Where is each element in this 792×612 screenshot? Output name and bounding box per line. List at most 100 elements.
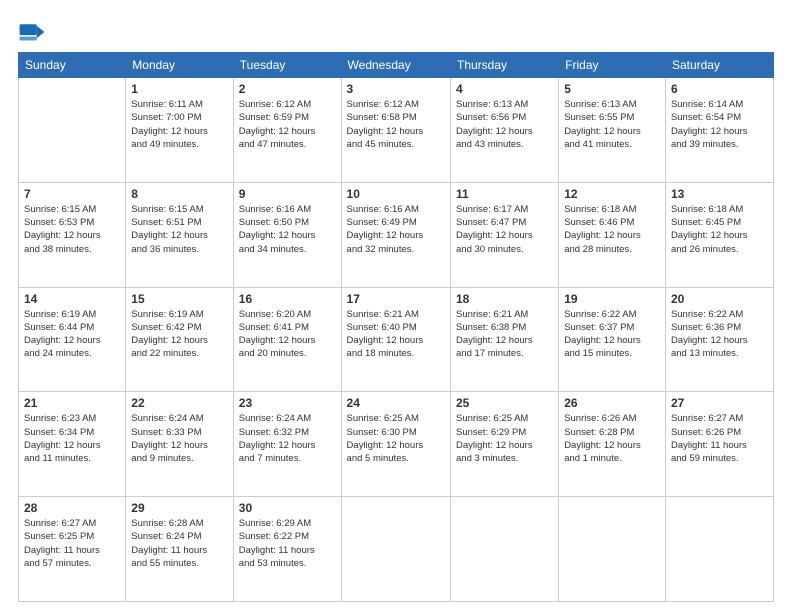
- calendar-cell: [559, 497, 666, 602]
- calendar-week-3: 21Sunrise: 6:23 AM Sunset: 6:34 PM Dayli…: [19, 392, 774, 497]
- cell-content: Sunrise: 6:24 AM Sunset: 6:33 PM Dayligh…: [131, 412, 227, 465]
- cell-content: Sunrise: 6:24 AM Sunset: 6:32 PM Dayligh…: [239, 412, 336, 465]
- calendar-cell: 25 Sunrise: 6:25 AM Sunset: 6:29 PM Dayli…: [451, 392, 559, 497]
- cell-content: Sunrise: 6:16 AM Sunset: 6:49 PM Dayligh…: [347, 203, 445, 256]
- calendar-cell: 4 Sunrise: 6:13 AM Sunset: 6:56 PM Daylig…: [451, 78, 559, 183]
- calendar-cell: 9 Sunrise: 6:16 AM Sunset: 6:50 PM Daylig…: [233, 182, 341, 287]
- day-number: 7: [24, 187, 120, 201]
- day-number: 6: [671, 82, 768, 96]
- day-number: 30: [239, 501, 336, 515]
- logo-icon: [18, 18, 46, 46]
- cell-content: Sunrise: 6:29 AM Sunset: 6:22 PM Dayligh…: [239, 517, 336, 570]
- calendar-cell: 23 Sunrise: 6:24 AM Sunset: 6:32 PM Dayli…: [233, 392, 341, 497]
- day-number: 14: [24, 292, 120, 306]
- day-number: 9: [239, 187, 336, 201]
- day-number: 23: [239, 396, 336, 410]
- calendar-cell: 7 Sunrise: 6:15 AM Sunset: 6:53 PM Daylig…: [19, 182, 126, 287]
- day-number: 3: [347, 82, 445, 96]
- calendar-cell: 27Sunrise: 6:27 AM Sunset: 6:26 PM Dayli…: [665, 392, 773, 497]
- day-number: 18: [456, 292, 553, 306]
- day-number: 20: [671, 292, 768, 306]
- day-number: 4: [456, 82, 553, 96]
- cell-content: Sunrise: 6:15 AM Sunset: 6:53 PM Dayligh…: [24, 203, 120, 256]
- calendar-cell: 18 Sunrise: 6:21 AM Sunset: 6:38 PM Dayli…: [451, 287, 559, 392]
- day-number: 8: [131, 187, 227, 201]
- cell-content: Sunrise: 6:27 AM Sunset: 6:26 PM Dayligh…: [671, 412, 768, 465]
- day-number: 13: [671, 187, 768, 201]
- calendar-cell: [665, 497, 773, 602]
- day-number: 1: [131, 82, 227, 96]
- day-number: 21: [24, 396, 120, 410]
- cell-content: Sunrise: 6:27 AM Sunset: 6:25 PM Dayligh…: [24, 517, 120, 570]
- calendar-week-0: 1 Sunrise: 6:11 AM Sunset: 7:00 PM Daylig…: [19, 78, 774, 183]
- calendar-cell: 17 Sunrise: 6:21 AM Sunset: 6:40 PM Dayli…: [341, 287, 450, 392]
- calendar-cell: 26Sunrise: 6:26 AM Sunset: 6:28 PM Dayli…: [559, 392, 666, 497]
- calendar-header-monday: Monday: [126, 53, 233, 78]
- calendar-cell: [341, 497, 450, 602]
- calendar-cell: 28 Sunrise: 6:27 AM Sunset: 6:25 PM Dayli…: [19, 497, 126, 602]
- calendar-cell: 8 Sunrise: 6:15 AM Sunset: 6:51 PM Daylig…: [126, 182, 233, 287]
- day-number: 24: [347, 396, 445, 410]
- day-number: 16: [239, 292, 336, 306]
- calendar-cell: 24 Sunrise: 6:25 AM Sunset: 6:30 PM Dayli…: [341, 392, 450, 497]
- day-number: 22: [131, 396, 227, 410]
- day-number: 12: [564, 187, 660, 201]
- cell-content: Sunrise: 6:11 AM Sunset: 7:00 PM Dayligh…: [131, 98, 227, 151]
- calendar-cell: 13 Sunrise: 6:18 AM Sunset: 6:45 PM Dayli…: [665, 182, 773, 287]
- calendar-cell: [19, 78, 126, 183]
- calendar-cell: 11Sunrise: 6:17 AM Sunset: 6:47 PM Dayli…: [451, 182, 559, 287]
- calendar-cell: 15Sunrise: 6:19 AM Sunset: 6:42 PM Dayli…: [126, 287, 233, 392]
- cell-content: Sunrise: 6:17 AM Sunset: 6:47 PM Dayligh…: [456, 203, 553, 256]
- calendar-cell: 30 Sunrise: 6:29 AM Sunset: 6:22 PM Dayli…: [233, 497, 341, 602]
- calendar-table: SundayMondayTuesdayWednesdayThursdayFrid…: [18, 52, 774, 602]
- cell-content: Sunrise: 6:19 AM Sunset: 6:42 PM Dayligh…: [131, 308, 227, 361]
- cell-content: Sunrise: 6:22 AM Sunset: 6:37 PM Dayligh…: [564, 308, 660, 361]
- day-number: 5: [564, 82, 660, 96]
- calendar-cell: 19 Sunrise: 6:22 AM Sunset: 6:37 PM Dayli…: [559, 287, 666, 392]
- header: [18, 18, 774, 46]
- day-number: 25: [456, 396, 553, 410]
- calendar-header-row: SundayMondayTuesdayWednesdayThursdayFrid…: [19, 53, 774, 78]
- calendar-cell: 6 Sunrise: 6:14 AM Sunset: 6:54 PM Daylig…: [665, 78, 773, 183]
- cell-content: Sunrise: 6:18 AM Sunset: 6:46 PM Dayligh…: [564, 203, 660, 256]
- calendar-week-1: 7 Sunrise: 6:15 AM Sunset: 6:53 PM Daylig…: [19, 182, 774, 287]
- calendar-cell: 16Sunrise: 6:20 AM Sunset: 6:41 PM Dayli…: [233, 287, 341, 392]
- cell-content: Sunrise: 6:21 AM Sunset: 6:40 PM Dayligh…: [347, 308, 445, 361]
- cell-content: Sunrise: 6:19 AM Sunset: 6:44 PM Dayligh…: [24, 308, 120, 361]
- calendar-header-thursday: Thursday: [451, 53, 559, 78]
- day-number: 29: [131, 501, 227, 515]
- cell-content: Sunrise: 6:25 AM Sunset: 6:29 PM Dayligh…: [456, 412, 553, 465]
- calendar-cell: 1 Sunrise: 6:11 AM Sunset: 7:00 PM Daylig…: [126, 78, 233, 183]
- calendar-header-sunday: Sunday: [19, 53, 126, 78]
- calendar-cell: 3 Sunrise: 6:12 AM Sunset: 6:58 PM Daylig…: [341, 78, 450, 183]
- calendar-cell: 14 Sunrise: 6:19 AM Sunset: 6:44 PM Dayli…: [19, 287, 126, 392]
- calendar-cell: 20 Sunrise: 6:22 AM Sunset: 6:36 PM Dayli…: [665, 287, 773, 392]
- calendar-cell: 21Sunrise: 6:23 AM Sunset: 6:34 PM Dayli…: [19, 392, 126, 497]
- cell-content: Sunrise: 6:18 AM Sunset: 6:45 PM Dayligh…: [671, 203, 768, 256]
- cell-content: Sunrise: 6:14 AM Sunset: 6:54 PM Dayligh…: [671, 98, 768, 151]
- day-number: 28: [24, 501, 120, 515]
- cell-content: Sunrise: 6:13 AM Sunset: 6:56 PM Dayligh…: [456, 98, 553, 151]
- day-number: 17: [347, 292, 445, 306]
- calendar-cell: 5 Sunrise: 6:13 AM Sunset: 6:55 PM Daylig…: [559, 78, 666, 183]
- cell-content: Sunrise: 6:21 AM Sunset: 6:38 PM Dayligh…: [456, 308, 553, 361]
- cell-content: Sunrise: 6:22 AM Sunset: 6:36 PM Dayligh…: [671, 308, 768, 361]
- cell-content: Sunrise: 6:13 AM Sunset: 6:55 PM Dayligh…: [564, 98, 660, 151]
- calendar-week-4: 28 Sunrise: 6:27 AM Sunset: 6:25 PM Dayli…: [19, 497, 774, 602]
- calendar-cell: 12 Sunrise: 6:18 AM Sunset: 6:46 PM Dayli…: [559, 182, 666, 287]
- calendar-cell: 2Sunrise: 6:12 AM Sunset: 6:59 PM Daylig…: [233, 78, 341, 183]
- cell-content: Sunrise: 6:15 AM Sunset: 6:51 PM Dayligh…: [131, 203, 227, 256]
- calendar-header-saturday: Saturday: [665, 53, 773, 78]
- calendar-header-friday: Friday: [559, 53, 666, 78]
- cell-content: Sunrise: 6:12 AM Sunset: 6:58 PM Dayligh…: [347, 98, 445, 151]
- cell-content: Sunrise: 6:28 AM Sunset: 6:24 PM Dayligh…: [131, 517, 227, 570]
- calendar-cell: [451, 497, 559, 602]
- day-number: 26: [564, 396, 660, 410]
- logo: [18, 18, 48, 46]
- cell-content: Sunrise: 6:25 AM Sunset: 6:30 PM Dayligh…: [347, 412, 445, 465]
- day-number: 19: [564, 292, 660, 306]
- calendar-header-tuesday: Tuesday: [233, 53, 341, 78]
- calendar-cell: 10Sunrise: 6:16 AM Sunset: 6:49 PM Dayli…: [341, 182, 450, 287]
- cell-content: Sunrise: 6:16 AM Sunset: 6:50 PM Dayligh…: [239, 203, 336, 256]
- page: SundayMondayTuesdayWednesdayThursdayFrid…: [0, 0, 792, 612]
